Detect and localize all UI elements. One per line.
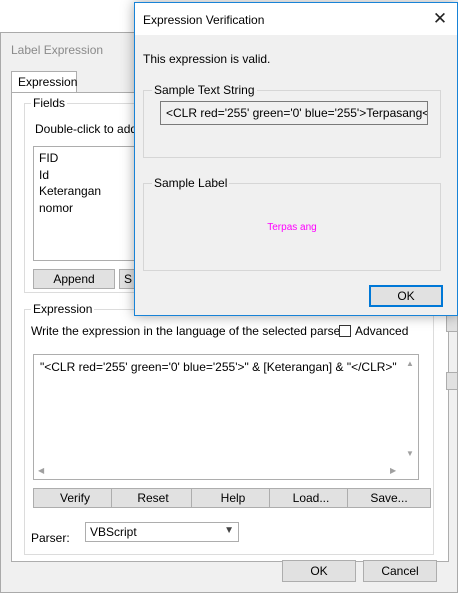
help-button[interactable]: Help: [191, 488, 275, 508]
verification-message: This expression is valid.: [143, 52, 271, 66]
parser-value: VBScript: [90, 525, 137, 539]
scroll-right-icon[interactable]: ▶: [390, 466, 396, 475]
verification-ok-button[interactable]: OK: [369, 285, 443, 307]
advanced-checkbox[interactable]: Advanced: [339, 324, 408, 338]
sample-text-group: Sample Text String <CLR red='255' green=…: [143, 83, 441, 158]
parser-label: Parser:: [31, 531, 70, 545]
expression-textarea[interactable]: "<CLR red='255' green='0' blue='255'>" &…: [33, 354, 419, 480]
vertical-scrollbar[interactable]: ▲ ▼: [402, 355, 418, 465]
fields-legend: Fields: [31, 96, 68, 110]
tab-expression[interactable]: Expression: [11, 71, 77, 93]
sample-label-preview: Terpas ang: [267, 222, 317, 233]
sample-label-legend: Sample Label: [152, 176, 230, 190]
ok-button[interactable]: OK: [282, 560, 356, 582]
chevron-down-icon[interactable]: ▼: [224, 525, 234, 536]
append-button[interactable]: Append: [33, 269, 115, 289]
scroll-left-icon[interactable]: ◀: [38, 466, 44, 475]
advanced-label: Advanced: [355, 324, 409, 338]
expression-text[interactable]: "<CLR red='255' green='0' blue='255'>" &…: [40, 360, 397, 374]
dialog-title: Expression Verification: [143, 13, 265, 27]
horizontal-scrollbar[interactable]: ◀ ▶: [34, 463, 404, 479]
expression-group: Expression Write the expression in the l…: [24, 302, 434, 555]
dialog-titlebar: Expression Verification ✕: [135, 3, 457, 35]
scroll-down-icon[interactable]: ▼: [406, 449, 414, 458]
load-button[interactable]: Load...: [269, 488, 353, 508]
advanced-checkbox-box[interactable]: [339, 325, 351, 337]
expression-verification-dialog: Expression Verification ✕ This expressio…: [134, 2, 458, 316]
scroll-up-icon[interactable]: ▲: [406, 359, 414, 368]
sample-text-legend: Sample Text String: [152, 83, 257, 97]
parent-window-ellipsis-fragment[interactable]: [446, 372, 458, 390]
label-expression-title: Label Expression: [11, 43, 104, 57]
save-button[interactable]: Save...: [347, 488, 431, 508]
parent-window-button-fragment[interactable]: [446, 314, 458, 332]
sample-label-group: Sample Label Terpas ang: [143, 176, 441, 271]
reset-button[interactable]: Reset: [111, 488, 195, 508]
expression-hint: Write the expression in the language of …: [31, 324, 347, 338]
cancel-button[interactable]: Cancel: [363, 560, 437, 582]
sample-text-field[interactable]: <CLR red='255' green='0' blue='255'>Terp…: [160, 101, 428, 125]
fields-hint: Double-click to add a: [35, 122, 148, 136]
parser-select[interactable]: VBScript ▼: [85, 522, 239, 542]
verify-button[interactable]: Verify: [33, 488, 117, 508]
close-icon[interactable]: ✕: [423, 3, 457, 35]
expression-legend: Expression: [31, 302, 95, 316]
